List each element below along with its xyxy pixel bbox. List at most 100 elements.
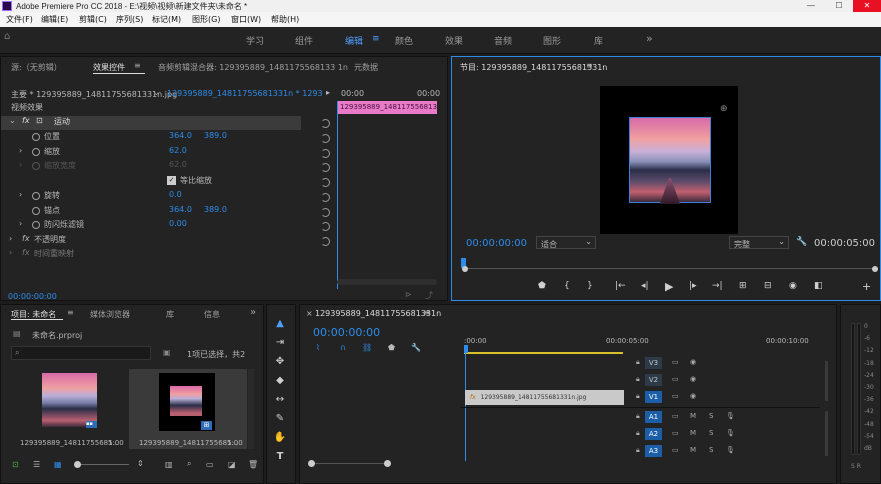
stopwatch-icon[interactable] <box>32 192 40 200</box>
minimize-button[interactable]: — <box>797 0 825 12</box>
ec-playhead[interactable] <box>337 101 338 289</box>
linked-selection-icon[interactable]: ⛓ <box>362 343 372 352</box>
sequence-clip-label[interactable]: 129395889_14811755681331n * 129395889_1 <box>167 89 322 98</box>
type-tool-icon[interactable]: T <box>273 451 287 463</box>
insert-icon[interactable]: ⊞ <box>739 281 747 291</box>
razor-tool-icon[interactable]: ◆ <box>273 375 287 387</box>
rotation-value[interactable]: 0.0 <box>169 190 182 199</box>
lock-icon[interactable]: 🔒︎ <box>636 375 640 384</box>
anchor-x-value[interactable]: 364.0 <box>169 205 192 214</box>
work-area-bar[interactable] <box>464 352 623 354</box>
zoom-slider[interactable] <box>74 464 129 465</box>
menu-help[interactable]: 帮助(H) <box>271 14 299 25</box>
sync-lock-icon[interactable]: ▭ <box>672 392 679 400</box>
go-to-out-icon[interactable]: →| <box>712 281 723 291</box>
program-time-ruler[interactable] <box>464 268 874 269</box>
tab-info[interactable]: 信息 <box>204 309 220 320</box>
comparison-view-icon[interactable]: ◧ <box>814 281 823 291</box>
play-icon[interactable]: ▶ <box>665 280 673 293</box>
menu-window[interactable]: 窗口(W) <box>231 14 261 25</box>
zoom-handle-left[interactable] <box>308 460 315 467</box>
microphone-icon[interactable]: 🎙︎ <box>726 429 735 437</box>
track-label[interactable]: V3 <box>645 357 662 369</box>
uniform-scale-checkbox[interactable]: ✓ <box>167 176 176 185</box>
eye-icon[interactable]: ◉ <box>690 392 696 400</box>
menu-graphics[interactable]: 图形(G) <box>192 14 220 25</box>
fx-icon[interactable]: fx <box>22 116 30 125</box>
overwrite-icon[interactable]: ⊟ <box>764 281 772 291</box>
export-icon[interactable]: ⤴ <box>425 290 433 301</box>
chevron-right-icon[interactable]: › <box>19 190 22 199</box>
timeline-playhead-head[interactable] <box>464 345 468 353</box>
chevron-right-icon[interactable]: › <box>9 234 12 243</box>
wrench-icon[interactable]: 🔧 <box>796 237 807 247</box>
solo-channel-label[interactable]: S R <box>851 463 861 470</box>
solo-button[interactable]: S <box>709 412 713 420</box>
anchor-crosshair-icon[interactable]: ⊕ <box>720 104 728 114</box>
reset-icon[interactable] <box>321 134 330 143</box>
reset-icon[interactable] <box>321 119 330 128</box>
stopwatch-icon[interactable] <box>32 133 40 141</box>
snap-icon[interactable]: ∩ <box>340 343 346 352</box>
selection-tool-icon[interactable]: ▲ <box>273 318 287 330</box>
fit-dropdown[interactable]: 适合 ⌄ <box>536 236 596 249</box>
mute-button[interactable]: M <box>690 446 696 454</box>
track-label[interactable]: A3 <box>645 445 662 457</box>
track-label[interactable]: A1 <box>645 411 662 423</box>
reset-icon[interactable] <box>321 208 330 217</box>
workspace-color[interactable]: 颜色 <box>395 34 413 47</box>
anchor-y-value[interactable]: 389.0 <box>204 205 227 214</box>
lock-icon[interactable]: 🔒︎ <box>636 358 640 367</box>
track-label[interactable]: V1 <box>645 391 662 403</box>
program-video-frame[interactable]: ⊕ <box>600 86 738 234</box>
lock-icon[interactable]: 🔒︎ <box>636 429 640 438</box>
flicker-value[interactable]: 0.00 <box>169 219 187 228</box>
hand-tool-icon[interactable]: ✋ <box>273 432 287 444</box>
tab-effect-controls[interactable]: 效果控件 <box>93 62 125 73</box>
track-select-tool-icon[interactable]: ⇥ <box>273 337 287 349</box>
step-back-icon[interactable]: ◂| <box>641 281 649 291</box>
scroll-handle-left[interactable] <box>462 266 468 272</box>
lock-icon[interactable]: 🔒︎ <box>636 392 640 401</box>
close-button[interactable]: ✕ <box>853 0 881 12</box>
track-a1[interactable]: 🔒︎ A1 ▭ M S 🎙︎ <box>610 409 762 425</box>
solo-button[interactable]: S <box>709 429 713 437</box>
nest-icon[interactable]: ⌇ <box>316 343 320 352</box>
sync-lock-icon[interactable]: ▭ <box>672 375 679 383</box>
position-y-value[interactable]: 389.0 <box>204 131 227 140</box>
lock-icon[interactable]: ⊡ <box>12 460 19 469</box>
tab-menu-icon[interactable]: ≡ <box>67 308 74 317</box>
slip-tool-icon[interactable]: ↔ <box>273 394 287 406</box>
zoom-handle-right[interactable] <box>384 460 391 467</box>
eye-icon[interactable]: ◉ <box>690 375 696 383</box>
menu-edit[interactable]: 编辑(E) <box>41 14 68 25</box>
solo-button[interactable]: S <box>709 446 713 454</box>
panel-more-icon[interactable]: » <box>250 307 256 318</box>
chevron-down-icon[interactable]: ⌄ <box>9 116 16 125</box>
motion-row[interactable]: ⌄ fx ⊡ 运动 <box>1 116 301 130</box>
position-x-value[interactable]: 364.0 <box>169 131 192 140</box>
find-icon[interactable]: ⌕ <box>187 459 191 469</box>
track-v1[interactable]: 🔒︎ V1 ▭ ◉ <box>610 389 762 405</box>
zoom-slider-handle[interactable] <box>74 461 81 468</box>
reset-icon[interactable] <box>321 222 330 231</box>
reset-icon[interactable] <box>321 178 330 187</box>
project-scrollbar[interactable] <box>248 369 254 449</box>
project-thumb-2[interactable]: ⊞ 129395889_14811755681... 5:00 <box>129 369 247 449</box>
workspace-graphics[interactable]: 图形 <box>543 34 561 47</box>
microphone-icon[interactable]: 🎙︎ <box>726 412 735 420</box>
mute-button[interactable]: M <box>690 429 696 437</box>
track-label[interactable]: V2 <box>645 374 662 386</box>
menu-marker[interactable]: 标记(M) <box>152 14 181 25</box>
workspace-audio[interactable]: 音频 <box>494 34 512 47</box>
stopwatch-icon[interactable] <box>32 207 40 215</box>
sync-lock-icon[interactable]: ▭ <box>672 446 679 454</box>
tab-metadata[interactable]: 元数据 <box>354 62 378 73</box>
reset-icon[interactable] <box>321 163 330 172</box>
camera-icon[interactable]: ◉ <box>789 281 797 291</box>
video-preview-image[interactable] <box>629 117 711 204</box>
home-icon[interactable]: ⌂ <box>4 31 10 42</box>
scale-value[interactable]: 62.0 <box>169 146 187 155</box>
add-button-icon[interactable]: + <box>862 280 871 293</box>
menu-sequence[interactable]: 序列(S) <box>116 14 143 25</box>
